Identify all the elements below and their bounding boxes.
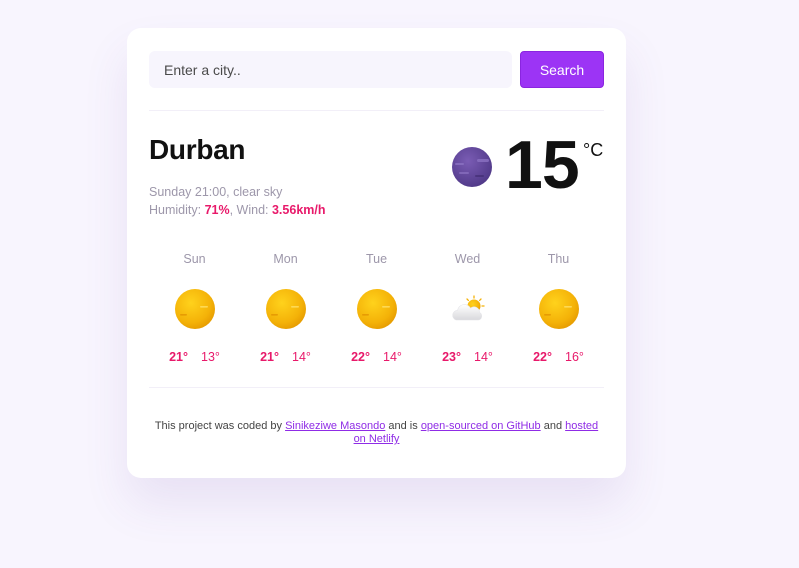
- forecast-max-temp: 22°: [533, 350, 552, 364]
- forecast-min-temp: 13°: [201, 350, 220, 364]
- sun-icon: [266, 289, 306, 329]
- forecast-temps: 21° 13°: [149, 350, 240, 364]
- forecast-temps: 22° 16°: [513, 350, 604, 364]
- footer-text: and: [540, 420, 566, 432]
- forecast-min-temp: 14°: [292, 350, 311, 364]
- current-temperature: 15: [505, 127, 580, 203]
- bottom-divider: [149, 387, 604, 388]
- humidity-label: Humidity:: [149, 203, 205, 217]
- search-form: Search: [149, 51, 604, 88]
- forecast-min-temp: 14°: [474, 350, 493, 364]
- forecast-day-name: Mon: [273, 252, 298, 266]
- temperature-unit: °C: [583, 140, 604, 160]
- forecast-min-temp: 16°: [565, 350, 584, 364]
- datetime-description: Sunday 21:00, clear sky: [149, 185, 283, 199]
- partly-cloudy-icon: [452, 295, 485, 321]
- forecast-day-name: Sun: [183, 252, 206, 266]
- sun-icon: [539, 289, 579, 329]
- sun-icon: [175, 289, 215, 329]
- author-link[interactable]: Sinikeziwe Masondo: [285, 420, 385, 432]
- footer: This project was coded by Sinikeziwe Mas…: [149, 420, 604, 446]
- wind-label: , Wind:: [229, 203, 272, 217]
- forecast-temps: 23° 14°: [422, 350, 513, 364]
- wind-value: 3.56km/h: [271, 203, 326, 217]
- city-search-input[interactable]: [149, 51, 512, 88]
- forecast: Sun 21° 13° Mon 21° 14° Tue 22° 14° Wed …: [149, 252, 604, 372]
- footer-text: This project was coded by: [154, 420, 286, 432]
- forecast-max-temp: 21°: [260, 350, 279, 364]
- forecast-max-temp: 23°: [442, 350, 461, 364]
- forecast-day: Mon 21° 14°: [240, 252, 331, 372]
- forecast-day-name: Thu: [547, 252, 570, 266]
- current-details: Sunday 21:00, clear sky Humidity: 71%, W…: [149, 183, 326, 219]
- sun-icon: [357, 289, 397, 329]
- forecast-min-temp: 14°: [383, 350, 402, 364]
- forecast-day-name: Wed: [454, 252, 481, 266]
- github-link[interactable]: open-sourced on GitHub: [421, 420, 541, 432]
- forecast-temps: 22° 14°: [331, 350, 422, 364]
- forecast-max-temp: 22°: [351, 350, 370, 364]
- forecast-day: Wed 23° 14°: [422, 252, 513, 372]
- weather-card: Search Durban Sunday 21:00, clear sky Hu…: [127, 28, 626, 478]
- forecast-max-temp: 21°: [169, 350, 188, 364]
- humidity-wind-line: Humidity: 71%, Wind: 3.56km/h: [149, 201, 326, 219]
- humidity-value: 71%: [204, 203, 230, 217]
- city-name: Durban: [149, 134, 246, 165]
- forecast-day-name: Tue: [365, 252, 388, 266]
- footer-text: and is: [385, 420, 421, 432]
- forecast-day: Tue 22° 14°: [331, 252, 422, 372]
- search-button[interactable]: Search: [520, 51, 604, 88]
- forecast-day: Thu 22° 16°: [513, 252, 604, 372]
- clear-night-moon-icon: [452, 147, 492, 187]
- forecast-day: Sun 21° 13°: [149, 252, 240, 372]
- forecast-temps: 21° 14°: [240, 350, 331, 364]
- top-divider: [149, 110, 604, 111]
